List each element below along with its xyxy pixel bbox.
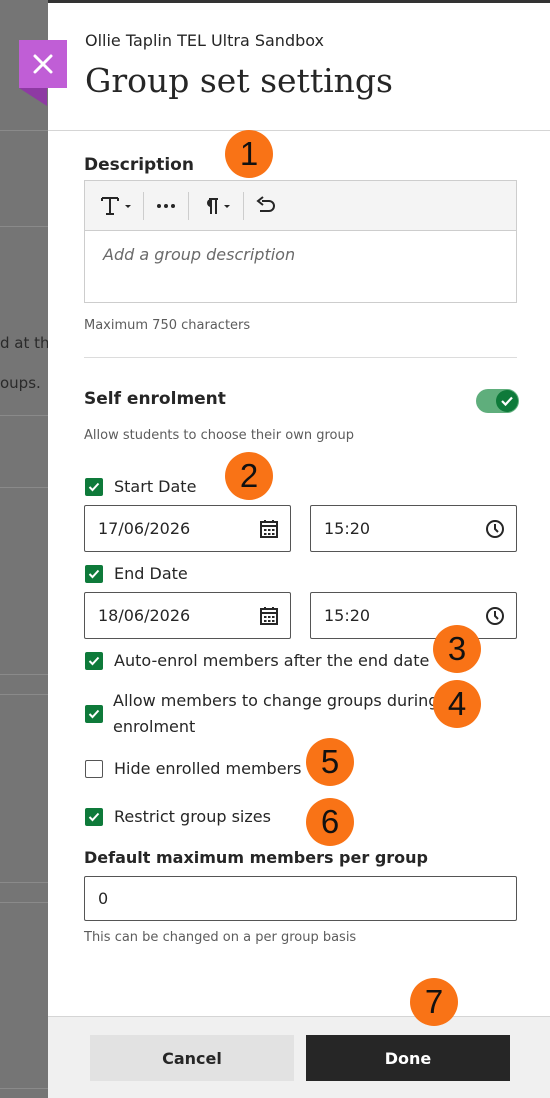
start-date-checkbox-row[interactable]: Start Date <box>85 477 196 499</box>
end-time-value: 15:20 <box>324 606 371 625</box>
allow-change-label: Allow members to change groups during en… <box>113 688 438 740</box>
page-title: Group set settings <box>85 61 393 100</box>
restrict-sizes-checkbox[interactable] <box>85 808 103 826</box>
max-members-hint: This can be changed on a per group basis <box>84 930 357 945</box>
close-button-fold <box>19 88 47 106</box>
group-set-settings-panel: Ollie Taplin TEL Ultra Sandbox Group set… <box>48 3 550 1098</box>
description-editor[interactable]: Add a group description <box>84 180 517 303</box>
clock-icon[interactable] <box>485 519 505 539</box>
more-options-button[interactable] <box>150 191 182 221</box>
toolbar-separator <box>188 191 189 220</box>
more-icon <box>157 203 175 208</box>
allow-change-checkbox-row[interactable] <box>85 704 103 723</box>
hide-enrolled-checkbox[interactable] <box>85 760 103 778</box>
divider <box>0 130 48 131</box>
callout-badge: 5 <box>306 738 354 786</box>
paragraph-icon <box>207 197 230 214</box>
panel-header: Ollie Taplin TEL Ultra Sandbox Group set… <box>48 3 550 131</box>
end-date-input[interactable]: 18/06/2026 <box>84 592 291 639</box>
end-date-value: 18/06/2026 <box>98 606 191 625</box>
editor-toolbar <box>85 181 516 231</box>
divider <box>0 694 48 695</box>
divider <box>0 882 48 883</box>
start-time-value: 15:20 <box>324 519 371 538</box>
self-enrolment-hint: Allow students to choose their own group <box>84 428 354 443</box>
background-text: oups. <box>0 374 41 392</box>
auto-enrol-checkbox-row[interactable]: Auto-enrol members after the end date <box>85 651 429 673</box>
hide-enrolled-label: Hide enrolled members <box>114 759 302 778</box>
end-time-input[interactable]: 15:20 <box>310 592 517 639</box>
end-date-checkbox[interactable] <box>85 565 103 583</box>
divider <box>0 1088 48 1089</box>
section-divider <box>84 357 517 358</box>
description-label: Description <box>84 155 194 175</box>
done-button[interactable]: Done <box>306 1035 510 1081</box>
description-hint: Maximum 750 characters <box>84 318 251 333</box>
toolbar-separator <box>243 191 244 220</box>
divider <box>0 226 48 227</box>
start-date-input[interactable]: 17/06/2026 <box>84 505 291 552</box>
clock-icon[interactable] <box>485 606 505 626</box>
auto-enrol-checkbox[interactable] <box>85 652 103 670</box>
paragraph-button[interactable] <box>195 191 237 221</box>
text-format-button[interactable] <box>95 191 137 221</box>
start-time-input[interactable]: 15:20 <box>310 505 517 552</box>
allow-change-label-line1: Allow members to change groups during <box>113 691 439 710</box>
callout-badge: 1 <box>225 130 273 178</box>
panel-footer: Cancel Done <box>48 1016 550 1098</box>
check-icon <box>88 812 100 822</box>
check-icon <box>88 656 100 666</box>
cancel-button[interactable]: Cancel <box>90 1035 294 1081</box>
divider <box>0 415 48 416</box>
description-input[interactable]: Add a group description <box>85 231 516 278</box>
check-icon <box>501 396 513 407</box>
toggle-knob <box>496 390 518 412</box>
hide-enrolled-checkbox-row[interactable]: Hide enrolled members <box>85 759 301 781</box>
calendar-icon[interactable] <box>259 606 279 626</box>
background-page: d at th oups. <box>0 0 48 1098</box>
calendar-icon[interactable] <box>259 519 279 539</box>
divider <box>0 674 48 675</box>
end-date-label: End Date <box>114 564 188 583</box>
allow-change-checkbox[interactable] <box>85 705 103 723</box>
max-members-input[interactable]: 0 <box>84 876 517 921</box>
start-date-checkbox[interactable] <box>85 478 103 496</box>
undo-icon <box>256 195 275 212</box>
divider <box>0 487 48 488</box>
background-text: d at th <box>0 334 48 352</box>
restrict-sizes-label: Restrict group sizes <box>114 807 271 826</box>
undo-button[interactable] <box>250 191 282 221</box>
end-date-checkbox-row[interactable]: End Date <box>85 564 188 586</box>
course-name: Ollie Taplin TEL Ultra Sandbox <box>85 31 325 50</box>
callout-badge: 6 <box>306 798 354 846</box>
toolbar-separator <box>143 191 144 220</box>
close-icon <box>33 54 53 74</box>
self-enrolment-toggle[interactable] <box>476 389 519 413</box>
callout-badge: 7 <box>410 978 458 1026</box>
max-members-value: 0 <box>98 889 109 908</box>
text-format-icon <box>101 196 131 215</box>
divider <box>0 902 48 903</box>
close-panel-button[interactable] <box>19 40 67 88</box>
check-icon <box>88 569 100 579</box>
check-icon <box>88 709 100 719</box>
callout-badge: 3 <box>433 625 481 673</box>
auto-enrol-label: Auto-enrol members after the end date <box>114 651 430 670</box>
callout-badge: 2 <box>225 452 273 500</box>
allow-change-label-line2: enrolment <box>113 717 196 736</box>
restrict-sizes-checkbox-row[interactable]: Restrict group sizes <box>85 807 271 829</box>
max-members-label: Default maximum members per group <box>84 848 428 867</box>
start-date-label: Start Date <box>114 477 197 496</box>
check-icon <box>88 482 100 492</box>
start-date-value: 17/06/2026 <box>98 519 191 538</box>
self-enrolment-label: Self enrolment <box>84 389 226 409</box>
callout-badge: 4 <box>433 680 481 728</box>
